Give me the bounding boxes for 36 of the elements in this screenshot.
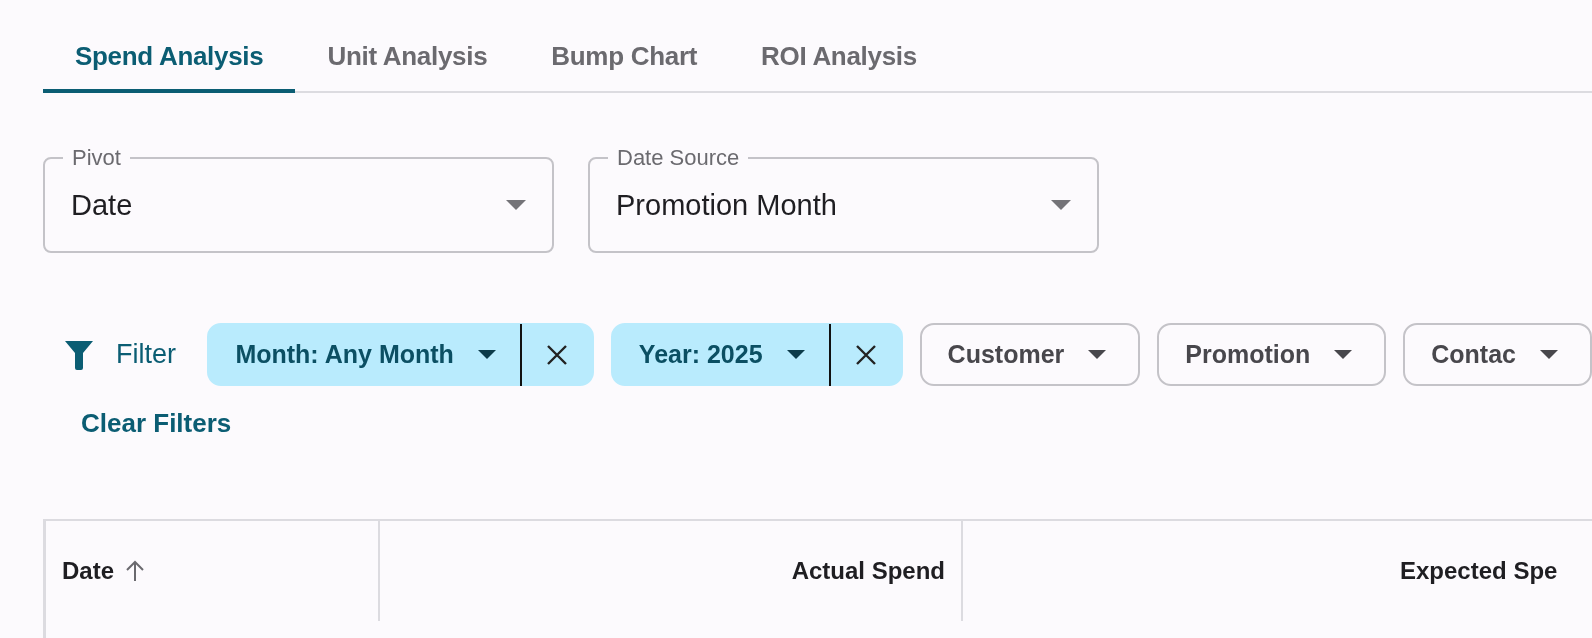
caret-icon <box>477 350 496 359</box>
filter-chip[interactable]: Promotion <box>1157 323 1387 386</box>
tab[interactable]: Unit Analysis <box>295 23 520 93</box>
column-header[interactable]: Actual Spend <box>380 521 963 621</box>
column-header[interactable]: Expected Spe <box>963 521 1592 621</box>
filter-chip[interactable]: Month: Any Month <box>207 323 594 386</box>
tab[interactable]: ROI Analysis <box>729 23 949 93</box>
field-label: Pivot <box>71 145 122 171</box>
clear-filters-link[interactable]: Clear Filters <box>66 408 247 439</box>
filter-chip[interactable]: Contac <box>1403 323 1592 386</box>
chip-label: Month: Any Month <box>235 340 454 369</box>
caret-icon <box>1088 350 1107 359</box>
field-label: Date Source <box>616 145 741 171</box>
close-icon[interactable] <box>545 343 568 366</box>
field-value: Date <box>71 188 134 222</box>
caret-icon <box>1334 350 1353 359</box>
caret-icon <box>1051 200 1071 210</box>
tab[interactable]: Bump Chart <box>519 23 730 93</box>
header-label: Date <box>62 557 115 585</box>
caret-icon <box>1540 350 1558 359</box>
field-value: Promotion Month <box>616 188 838 222</box>
close-icon[interactable] <box>854 343 877 366</box>
header-label: Expected Spe <box>1400 557 1558 585</box>
caret-icon <box>506 200 526 210</box>
chip-label: Promotion <box>1185 340 1311 369</box>
caret-icon <box>786 350 805 359</box>
filter-label: Filter <box>116 339 176 370</box>
chip-label: Year: 2025 <box>638 340 763 369</box>
header-label: Actual Spend <box>791 557 945 585</box>
filter-chip[interactable]: Year: 2025 <box>610 323 903 386</box>
column-header[interactable]: Date <box>46 521 380 621</box>
filter-chip[interactable]: Customer <box>919 323 1141 386</box>
tab[interactable]: Spend Analysis <box>43 23 296 93</box>
filter-icon <box>64 338 94 371</box>
chip-label: Customer <box>947 340 1065 369</box>
chip-label: Contac <box>1431 340 1516 369</box>
